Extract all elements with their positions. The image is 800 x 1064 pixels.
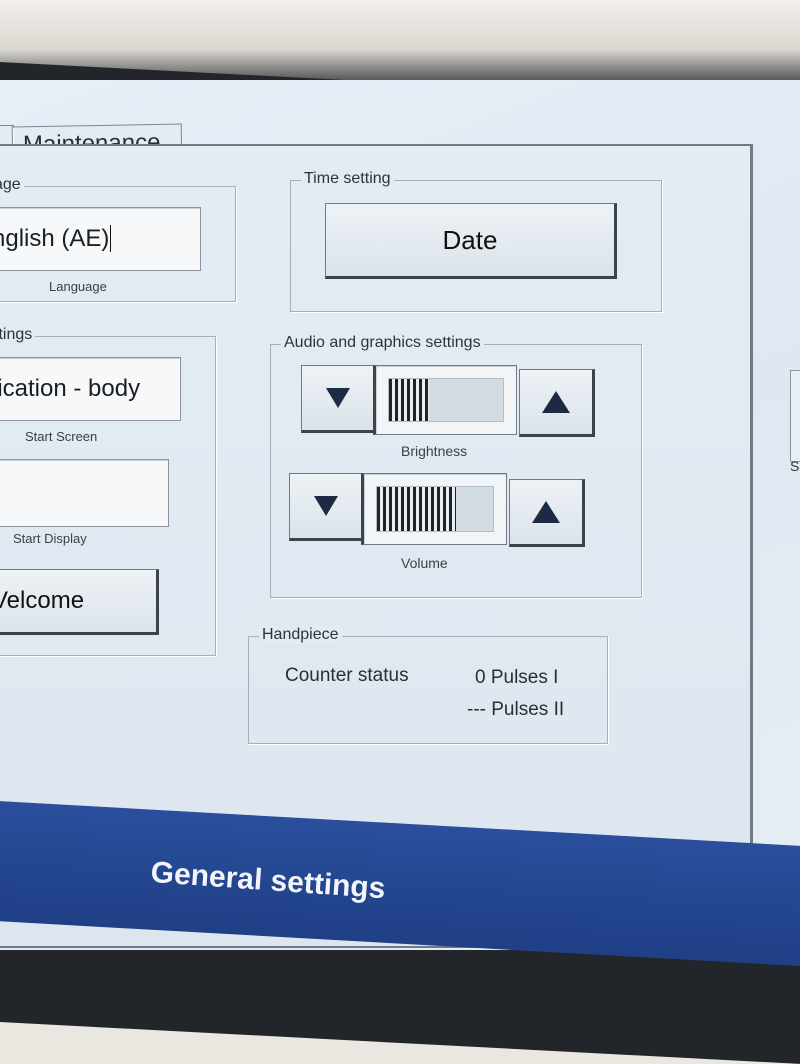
brightness-track bbox=[388, 378, 504, 422]
volume-slider[interactable] bbox=[361, 473, 507, 545]
volume-track bbox=[376, 486, 494, 532]
counter-status-label: Counter status bbox=[285, 665, 409, 686]
start-display-caption: Start Display bbox=[13, 531, 87, 546]
pulses-1-value: 0 Pulses I bbox=[475, 667, 559, 688]
time-setting-group: Time setting Date bbox=[290, 170, 662, 312]
brightness-level-bar bbox=[389, 379, 429, 421]
audio-graphics-group-title: Audio and graphics settings bbox=[281, 334, 484, 352]
audio-graphics-group: Audio and graphics settings Brightness V… bbox=[270, 334, 642, 598]
language-field[interactable]: nglish (AE) bbox=[0, 207, 201, 271]
start-display-field[interactable] bbox=[0, 459, 169, 527]
side-panel-caption: S bbox=[790, 458, 800, 474]
volume-increase-button[interactable] bbox=[509, 479, 585, 547]
date-button[interactable]: Date bbox=[325, 203, 617, 279]
arrow-up-icon bbox=[532, 501, 560, 523]
pulses-2-value: --- Pulses II bbox=[467, 699, 565, 720]
brightness-increase-button[interactable] bbox=[519, 369, 595, 437]
brightness-slider[interactable] bbox=[373, 365, 517, 435]
brightness-caption: Brightness bbox=[401, 443, 468, 459]
volume-decrease-button[interactable] bbox=[289, 473, 365, 541]
language-group-title: age bbox=[0, 176, 24, 194]
welcome-button[interactable]: Velcome bbox=[0, 569, 159, 635]
volume-level-bar bbox=[377, 487, 456, 531]
date-button-label: Date bbox=[442, 224, 498, 255]
text-cursor bbox=[110, 225, 112, 252]
start-screen-value: lication - body bbox=[0, 375, 141, 402]
side-panel-button[interactable] bbox=[790, 370, 800, 462]
arrow-up-icon bbox=[542, 391, 570, 413]
start-screen-field[interactable]: lication - body bbox=[0, 357, 181, 421]
language-caption: Language bbox=[49, 279, 107, 294]
language-group: age nglish (AE) Language bbox=[0, 176, 236, 302]
language-field-value: nglish (AE) bbox=[0, 225, 110, 252]
welcome-button-label: Velcome bbox=[0, 587, 85, 614]
volume-caption: Volume bbox=[401, 555, 448, 571]
time-setting-group-title: Time setting bbox=[301, 170, 394, 188]
start-settings-group-title: ttings bbox=[0, 326, 36, 344]
handpiece-group-title: Handpiece bbox=[259, 626, 342, 644]
handpiece-group: Handpiece Counter status 0 Pulses I --- … bbox=[248, 626, 608, 744]
start-screen-caption: Start Screen bbox=[25, 429, 98, 444]
brightness-decrease-button[interactable] bbox=[301, 365, 377, 433]
start-settings-group: ttings lication - body Start Screen Star… bbox=[0, 326, 216, 656]
arrow-down-icon bbox=[326, 388, 350, 408]
arrow-down-icon bbox=[314, 496, 338, 516]
